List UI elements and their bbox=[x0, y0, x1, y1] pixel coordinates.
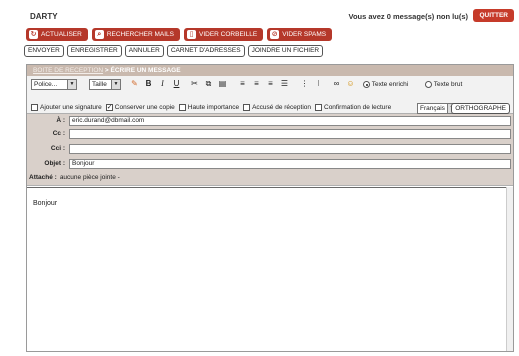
size-select[interactable]: Taille ▼ bbox=[89, 79, 121, 90]
underline-icon[interactable]: U bbox=[171, 78, 182, 89]
read-confirm-label: Confirmation de lecture bbox=[324, 104, 392, 111]
mode-plain-option[interactable]: Texte brut bbox=[425, 81, 462, 88]
compose-panel: BOITE DE RECEPTION > ÉCRIRE UN MESSAGE P… bbox=[26, 64, 514, 352]
cancel-button[interactable]: ANNULER bbox=[124, 45, 164, 57]
priority-checkbox[interactable] bbox=[178, 104, 186, 111]
quit-button[interactable]: QUITTER bbox=[473, 9, 514, 22]
mode-plain-radio[interactable] bbox=[425, 81, 432, 88]
unread-count: Vous avez 0 message(s) non lu(s) bbox=[348, 12, 468, 21]
attach-value: aucune pièce jointe - bbox=[59, 174, 120, 181]
compose-actions: ENVOYER ENREGISTRER ANNULER CARNET D'ADR… bbox=[24, 45, 324, 59]
size-select-value: Taille bbox=[92, 81, 107, 88]
address-book-button[interactable]: CARNET D'ADRESSES bbox=[166, 45, 245, 57]
refresh-button[interactable]: ↻ ACTUALISER bbox=[26, 28, 88, 41]
signature-checkbox[interactable] bbox=[31, 104, 38, 111]
trash-icon: ▯ bbox=[187, 30, 197, 39]
header: DARTY Vous avez 0 message(s) non lu(s) Q… bbox=[24, 6, 516, 28]
brand-name: DARTY bbox=[30, 12, 58, 21]
signature-label: Ajouter une signature bbox=[40, 104, 102, 111]
priority-option[interactable]: Haute importance bbox=[178, 104, 240, 111]
message-body[interactable]: Bonjour bbox=[27, 187, 513, 351]
attach-file-button[interactable]: JOINDRE UN FICHIER bbox=[247, 45, 324, 57]
link-icon[interactable]: ∞ bbox=[331, 78, 342, 89]
text-color-icon[interactable]: ✎ bbox=[129, 78, 140, 89]
mode-plain-label: Texte brut bbox=[433, 81, 463, 89]
keep-copy-option[interactable]: ✓ Conserver une copie bbox=[105, 104, 175, 111]
font-select-value: Police... bbox=[34, 81, 58, 88]
bcc-label: Cci : bbox=[50, 145, 65, 152]
to-label: À : bbox=[56, 117, 65, 124]
mode-rich-radio[interactable] bbox=[363, 81, 370, 88]
cut-icon[interactable]: ✂ bbox=[189, 78, 200, 89]
spellcheck-button[interactable]: ORTHOGRAPHE bbox=[451, 103, 510, 114]
align-left-icon[interactable]: ≡ bbox=[237, 78, 248, 89]
numbered-list-icon[interactable]: ⋮ bbox=[299, 78, 310, 89]
mail-toolbar: ↻ ACTUALISER ⌕ RECHERCHER MAILS ▯ VIDER … bbox=[26, 28, 333, 42]
webmail-compose: DARTY Vous avez 0 message(s) non lu(s) Q… bbox=[24, 6, 516, 354]
message-body-text: Bonjour bbox=[33, 200, 58, 207]
empty-trash-button[interactable]: ▯ VIDER CORBEILLE bbox=[184, 28, 264, 41]
bcc-row: Cci : bbox=[27, 144, 513, 155]
send-button[interactable]: ENVOYER bbox=[24, 45, 64, 57]
subject-label: Objet : bbox=[44, 160, 65, 167]
keep-copy-label: Conserver une copie bbox=[114, 104, 175, 111]
signature-option[interactable]: Ajouter une signature bbox=[31, 104, 102, 111]
to-field[interactable]: eric.durand@dbmail.com bbox=[69, 116, 511, 126]
subject-field[interactable]: Bonjour bbox=[69, 159, 511, 169]
spam-icon: ⊘ bbox=[270, 30, 280, 39]
attach-label: Attaché : bbox=[29, 174, 57, 181]
language-select-value: Français bbox=[420, 105, 445, 112]
font-select[interactable]: Police... ▼ bbox=[31, 79, 77, 90]
bold-icon[interactable]: B bbox=[143, 78, 154, 89]
save-button[interactable]: ENREGISTRER bbox=[66, 45, 122, 57]
breadcrumb-inbox[interactable]: BOITE DE RECEPTION bbox=[33, 67, 103, 74]
smiley-icon[interactable]: ☺ bbox=[345, 78, 356, 89]
align-center-icon[interactable]: ≡ bbox=[251, 78, 262, 89]
search-mails-label: RECHERCHER MAILS bbox=[106, 31, 175, 38]
compose-titlebar: BOITE DE RECEPTION > ÉCRIRE UN MESSAGE bbox=[27, 65, 513, 76]
attachments: Attaché : aucune pièce jointe - bbox=[29, 174, 120, 181]
search-mails-button[interactable]: ⌕ RECHERCHER MAILS bbox=[91, 28, 181, 41]
subject-row: Objet : Bonjour bbox=[27, 159, 513, 170]
receipt-option[interactable]: Accusé de réception bbox=[243, 104, 311, 111]
body-scrollbar[interactable] bbox=[506, 187, 513, 351]
justify-icon[interactable]: ☰ bbox=[279, 78, 290, 89]
chevron-down-icon: ▼ bbox=[111, 80, 120, 89]
receipt-checkbox[interactable] bbox=[243, 104, 251, 111]
refresh-icon: ↻ bbox=[29, 30, 38, 39]
paste-icon[interactable]: ▤ bbox=[217, 78, 228, 89]
empty-spam-label: VIDER SPAMS bbox=[282, 31, 327, 38]
compose-options: Ajouter une signature ✓ Conserver une co… bbox=[31, 104, 391, 111]
address-block: À : eric.durand@dbmail.com Cc : Cci : Ob… bbox=[27, 114, 513, 186]
receipt-label: Accusé de réception bbox=[252, 104, 311, 111]
cc-row: Cc : bbox=[27, 129, 513, 140]
copy-icon[interactable]: ⧉ bbox=[203, 78, 214, 89]
empty-spam-button[interactable]: ⊘ VIDER SPAMS bbox=[267, 28, 333, 41]
cc-label: Cc : bbox=[52, 130, 65, 137]
keep-copy-checkbox[interactable]: ✓ bbox=[105, 104, 113, 111]
bullet-list-icon[interactable]: ⁝ bbox=[313, 78, 324, 89]
search-icon: ⌕ bbox=[94, 30, 104, 39]
to-row: À : eric.durand@dbmail.com bbox=[27, 116, 513, 127]
editor-toolbar: Police... ▼ Taille ▼ ✎ B I U ✂ ⧉ ▤ ≡ ≡ ≡… bbox=[27, 76, 513, 114]
cc-field[interactable] bbox=[69, 129, 511, 139]
read-confirm-option[interactable]: Confirmation de lecture bbox=[315, 104, 391, 111]
align-right-icon[interactable]: ≡ bbox=[265, 78, 276, 89]
chevron-down-icon: ▼ bbox=[67, 80, 76, 89]
italic-icon[interactable]: I bbox=[157, 78, 168, 89]
page-title: > ÉCRIRE UN MESSAGE bbox=[104, 67, 181, 74]
priority-label: Haute importance bbox=[187, 104, 240, 111]
mode-rich-label: Texte enrichi bbox=[371, 81, 409, 89]
read-confirm-checkbox[interactable] bbox=[315, 104, 322, 111]
empty-trash-label: VIDER CORBEILLE bbox=[199, 31, 258, 38]
bcc-field[interactable] bbox=[69, 144, 511, 154]
refresh-label: ACTUALISER bbox=[41, 31, 82, 38]
mode-rich-option[interactable]: Texte enrichi bbox=[363, 81, 408, 88]
